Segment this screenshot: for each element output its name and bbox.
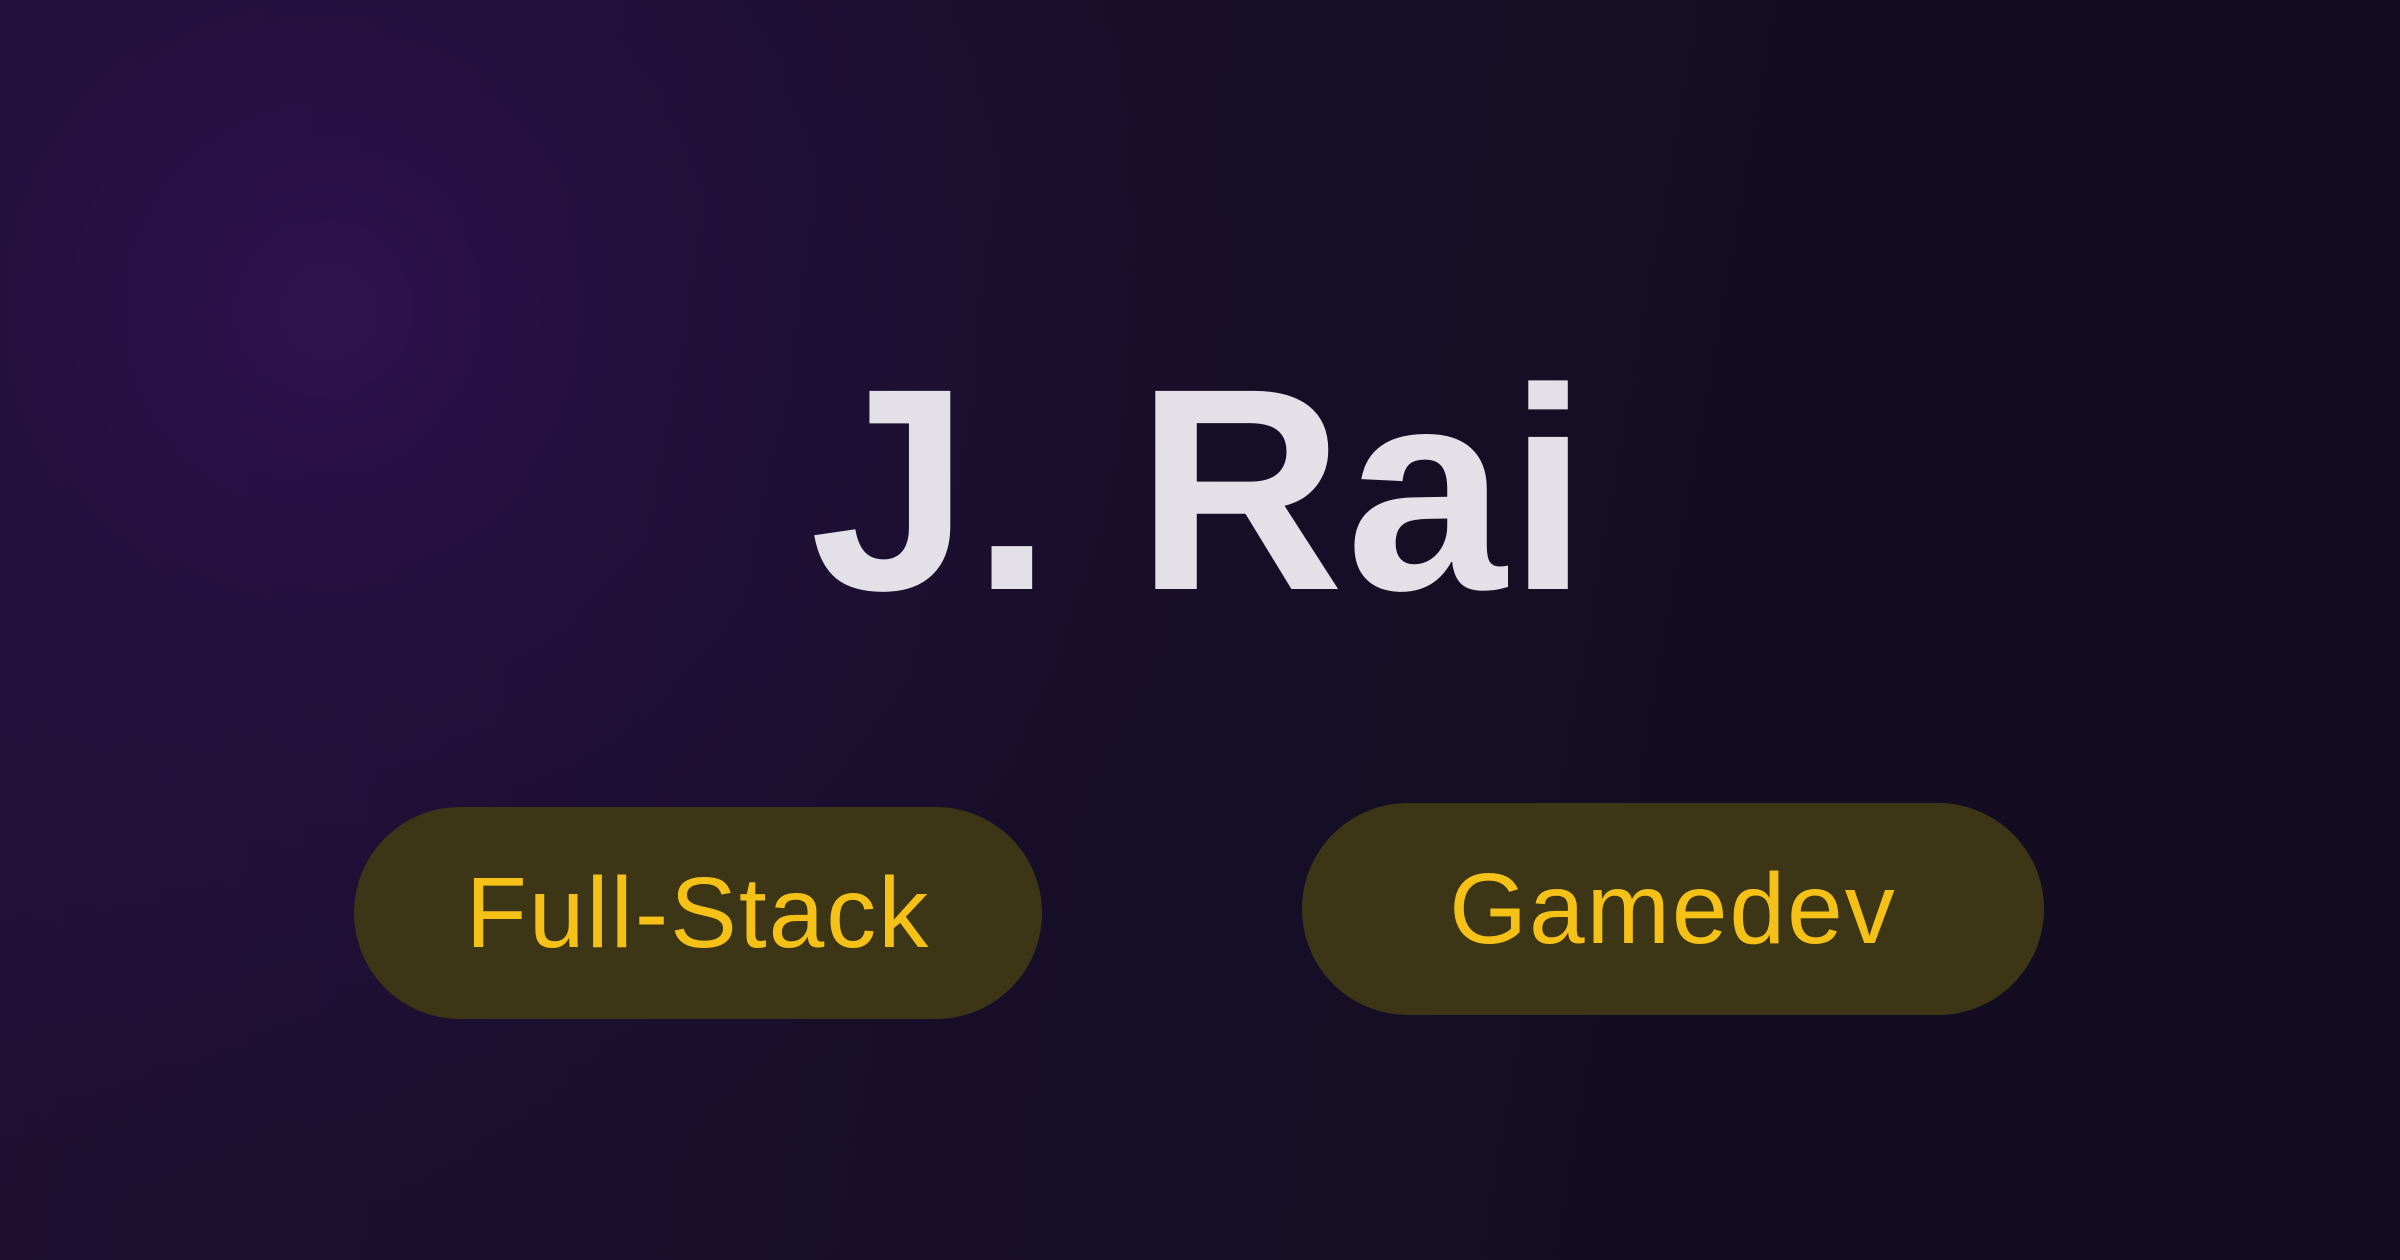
page-title: J. Rai xyxy=(809,329,1591,651)
tag-gamedev[interactable]: Gamedev xyxy=(1302,803,2044,1015)
tag-full-stack[interactable]: Full-Stack xyxy=(354,807,1042,1019)
